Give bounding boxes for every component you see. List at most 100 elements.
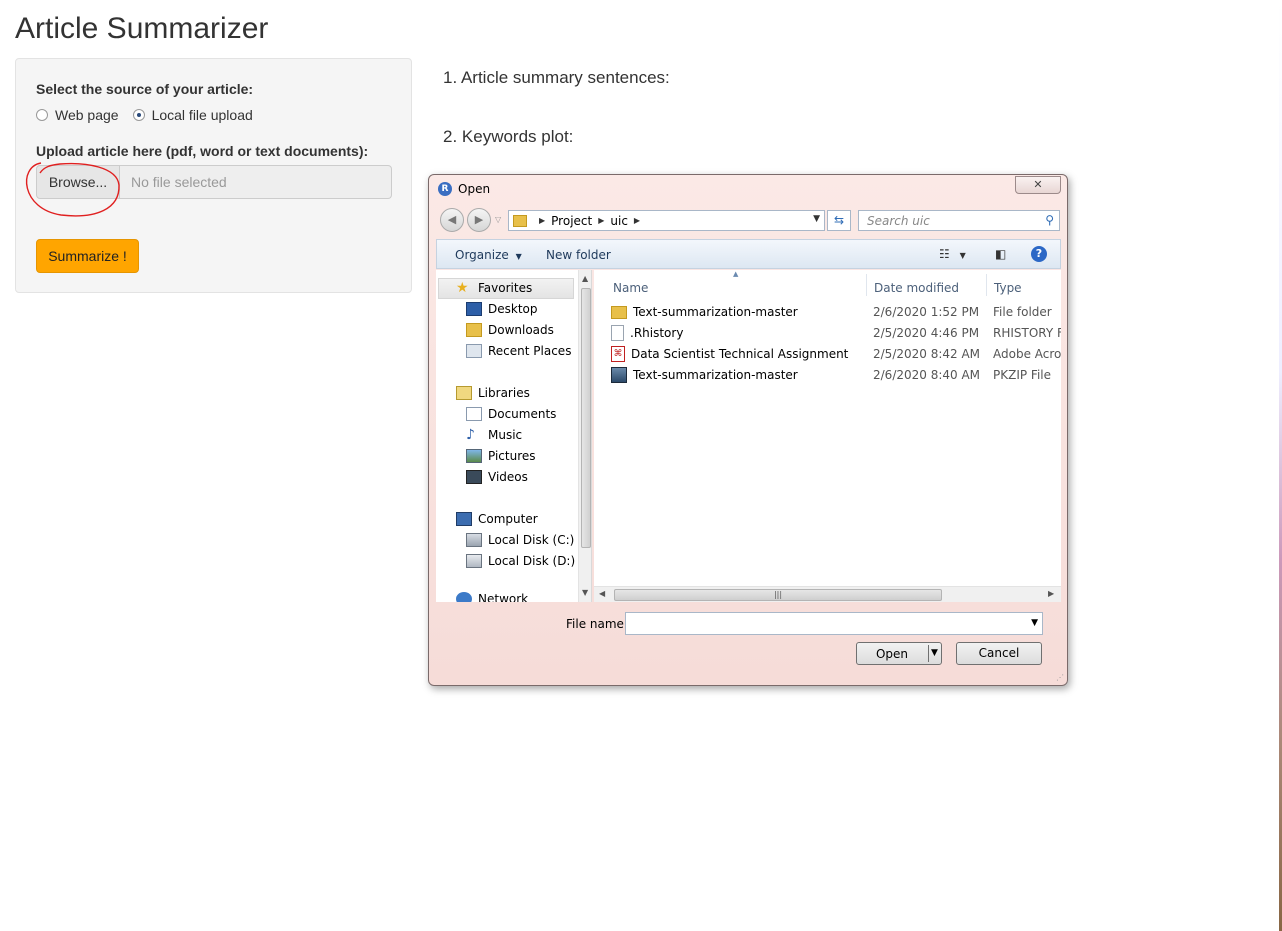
- nav-scrollbar[interactable]: ▲ ▼: [578, 270, 591, 602]
- nav-local-disk-d[interactable]: Local Disk (D:): [466, 554, 575, 568]
- back-button[interactable]: ◀: [440, 208, 464, 232]
- radio-local-file-dot[interactable]: [132, 109, 145, 121]
- radio-web-page[interactable]: Web page: [36, 107, 119, 123]
- nav-scrollbar-thumb[interactable]: [581, 288, 591, 548]
- nav-libraries-label: Libraries: [478, 386, 530, 400]
- file-name: Data Scientist Technical Assignment: [631, 347, 849, 361]
- chevron-down-icon[interactable]: ▼: [1031, 618, 1038, 628]
- recent-places-icon: [466, 344, 482, 358]
- file-type: File folder: [993, 305, 1052, 319]
- file-list-scrollbar[interactable]: ◀ ||| ▶: [594, 586, 1061, 602]
- nav-recent-places-label: Recent Places: [488, 344, 572, 358]
- cancel-button[interactable]: Cancel: [956, 642, 1042, 665]
- resize-grip-icon[interactable]: ⋰: [1056, 673, 1064, 682]
- videos-icon: [466, 470, 482, 484]
- nav-network[interactable]: Network: [456, 592, 528, 602]
- search-input[interactable]: Search uic ⚲: [858, 210, 1060, 231]
- refresh-button[interactable]: ⇆: [827, 210, 851, 231]
- nav-music-label: Music: [488, 428, 523, 442]
- breadcrumb-separator-icon[interactable]: ▶: [634, 216, 640, 225]
- scroll-down-icon[interactable]: ▼: [582, 588, 588, 597]
- file-list-scrollbar-thumb[interactable]: |||: [614, 589, 942, 601]
- radio-local-file[interactable]: Local file upload: [132, 107, 253, 123]
- breadcrumb-uic[interactable]: uic: [610, 214, 628, 228]
- nav-videos[interactable]: Videos: [466, 470, 528, 484]
- dialog-toolbar: Organize ▼ New folder ☷ ▼ ◧ ?: [436, 239, 1061, 269]
- column-header-date-modified[interactable]: Date modified: [874, 281, 959, 295]
- nav-pictures-label: Pictures: [488, 449, 536, 463]
- help-icon[interactable]: ?: [1031, 246, 1047, 262]
- nav-favorites-label: Favorites: [478, 281, 533, 295]
- file-upload-group: Browse... No file selected: [36, 165, 392, 199]
- file-row[interactable]: .Rhistory 2/5/2020 4:46 PM RHISTORY Fi: [611, 323, 1061, 343]
- chevron-down-icon[interactable]: ▼: [931, 648, 938, 658]
- nav-favorites[interactable]: ★ Favorites: [456, 281, 532, 295]
- summary-sentences-heading: 1. Article summary sentences:: [443, 68, 670, 87]
- file-date: 2/5/2020 4:46 PM: [873, 326, 980, 340]
- scroll-up-icon[interactable]: ▲: [582, 274, 588, 283]
- summarize-button[interactable]: Summarize !: [36, 239, 139, 273]
- file-row[interactable]: ⌘ Data Scientist Technical Assignment 2/…: [611, 344, 1061, 364]
- close-button[interactable]: ✕: [1015, 176, 1061, 194]
- nav-music[interactable]: ♪ Music: [466, 428, 522, 442]
- nav-desktop-label: Desktop: [488, 302, 538, 316]
- keywords-plot-heading: 2. Keywords plot:: [443, 127, 574, 146]
- file-type: RHISTORY Fi: [993, 326, 1061, 340]
- recent-locations-dropdown[interactable]: ▽: [495, 215, 501, 224]
- file-name-input[interactable]: ▼: [625, 612, 1043, 635]
- nav-local-disk-d-label: Local Disk (D:): [488, 554, 576, 568]
- nav-network-label: Network: [478, 592, 529, 602]
- column-header-name[interactable]: Name: [613, 281, 648, 295]
- new-folder-button[interactable]: New folder: [546, 248, 611, 262]
- nav-pictures[interactable]: Pictures: [466, 449, 536, 463]
- file-icon: [611, 325, 624, 341]
- preview-pane-icon[interactable]: ◧: [995, 247, 1006, 261]
- address-bar[interactable]: ▶ Project ▶ uic ▶ ▼: [508, 210, 825, 231]
- breadcrumb-separator-icon[interactable]: ▶: [539, 216, 545, 225]
- nav-recent-places[interactable]: Recent Places: [466, 344, 571, 358]
- upload-label: Upload article here (pdf, word or text d…: [36, 143, 369, 159]
- open-button-label: Open: [875, 647, 909, 661]
- radio-web-page-dot[interactable]: [36, 109, 48, 121]
- organize-button[interactable]: Organize ▼: [455, 248, 522, 262]
- libraries-icon: [456, 386, 472, 400]
- scroll-left-icon[interactable]: ◀: [599, 589, 605, 598]
- nav-downloads[interactable]: Downloads: [466, 323, 554, 337]
- navigation-pane: ★ Favorites Desktop Downloads Recent Pla…: [436, 270, 592, 602]
- browse-button[interactable]: Browse...: [36, 165, 120, 199]
- nav-documents[interactable]: Documents: [466, 407, 556, 421]
- source-radio-group: Web page Local file upload: [36, 107, 267, 123]
- music-icon: ♪: [466, 427, 475, 443]
- column-header-type[interactable]: Type: [994, 281, 1022, 295]
- file-name-label: File name:: [566, 617, 628, 631]
- star-icon: ★: [456, 280, 469, 296]
- folder-icon: [513, 214, 527, 227]
- search-icon[interactable]: ⚲: [1045, 213, 1054, 227]
- nav-local-disk-c[interactable]: Local Disk (C:): [466, 533, 574, 547]
- scroll-right-icon[interactable]: ▶: [1048, 589, 1054, 598]
- breadcrumb-separator-icon[interactable]: ▶: [598, 216, 604, 225]
- file-name-display: No file selected: [120, 165, 392, 199]
- source-label: Select the source of your article:: [36, 81, 254, 97]
- r-app-icon: R: [438, 182, 452, 196]
- address-dropdown-icon[interactable]: ▼: [813, 214, 820, 224]
- forward-button[interactable]: ▶: [467, 208, 491, 232]
- view-options-icon[interactable]: ☷ ▼: [939, 247, 966, 261]
- column-divider[interactable]: [866, 274, 867, 296]
- nav-libraries[interactable]: Libraries: [456, 386, 530, 400]
- nav-computer[interactable]: Computer: [456, 512, 538, 526]
- nav-desktop[interactable]: Desktop: [466, 302, 538, 316]
- network-icon: [456, 592, 472, 602]
- column-divider[interactable]: [986, 274, 987, 296]
- dialog-titlebar[interactable]: R Open ✕: [429, 175, 1067, 203]
- drive-icon: [466, 554, 482, 568]
- file-name: Text-summarization-master: [633, 305, 798, 319]
- file-row[interactable]: Text-summarization-master 2/6/2020 1:52 …: [611, 302, 1061, 322]
- search-placeholder: Search uic: [867, 214, 930, 228]
- file-date: 2/6/2020 1:52 PM: [873, 305, 980, 319]
- nav-documents-label: Documents: [488, 407, 557, 421]
- open-button[interactable]: Open ▼: [856, 642, 942, 665]
- breadcrumb-project[interactable]: Project: [551, 214, 592, 228]
- folder-icon: [611, 305, 627, 319]
- file-row[interactable]: Text-summarization-master 2/6/2020 8:40 …: [611, 365, 1061, 385]
